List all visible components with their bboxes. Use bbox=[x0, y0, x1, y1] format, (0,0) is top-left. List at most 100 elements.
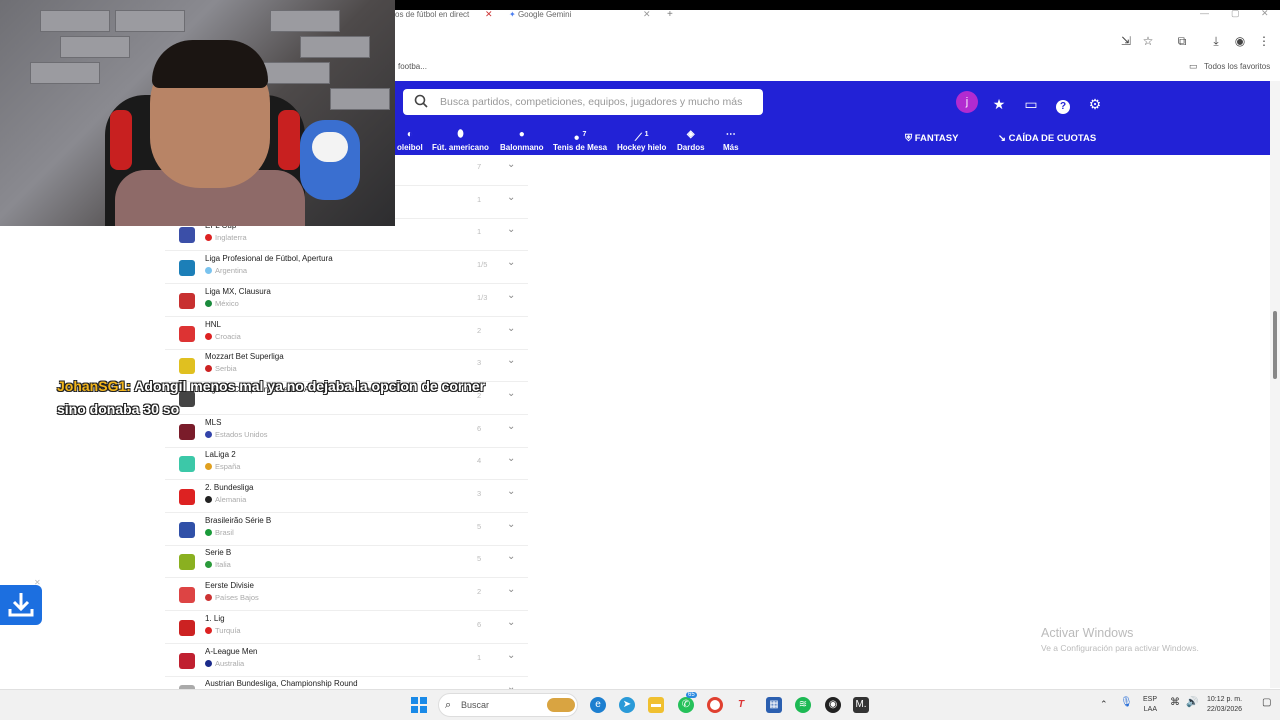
edge-icon[interactable]: e bbox=[590, 697, 606, 713]
bookmark-football[interactable]: footba... bbox=[398, 62, 427, 71]
tv-icon[interactable]: ▭ bbox=[1020, 93, 1042, 115]
text-app-icon[interactable]: T bbox=[733, 697, 749, 713]
close-window-button[interactable]: ✕ bbox=[1261, 8, 1269, 19]
country-name: Australia bbox=[215, 658, 245, 668]
calculator-icon[interactable]: ▦ bbox=[766, 697, 782, 713]
menu-kebab-icon[interactable]: ⋮ bbox=[1257, 34, 1271, 48]
spotify-icon[interactable]: ≋ bbox=[795, 697, 811, 713]
help-icon[interactable]: ? bbox=[1052, 93, 1074, 115]
sport-tenis-de-mesa[interactable]: ● 7 Tenis de Mesa bbox=[553, 129, 607, 152]
chevron-down-icon[interactable]: ⌄ bbox=[507, 290, 515, 301]
match-count: 1 bbox=[477, 652, 482, 662]
tab-gemini[interactable]: ✦ Google Gemini bbox=[509, 10, 571, 22]
chevron-down-icon[interactable]: ⌄ bbox=[507, 551, 515, 562]
close-tab-icon[interactable]: ✕ bbox=[485, 9, 493, 20]
network-icon[interactable]: ⌘ bbox=[1170, 698, 1180, 708]
chevron-down-icon[interactable]: ⌄ bbox=[507, 224, 515, 235]
download-widget-button[interactable] bbox=[0, 585, 42, 625]
clock[interactable]: 10:12 p. m. 22/03/2026 bbox=[1207, 695, 1242, 715]
whatsapp-icon[interactable]: ✆ bbox=[678, 697, 694, 713]
taskbar-search[interactable]: ⌕ Buscar bbox=[438, 693, 578, 717]
chat-message: JohanSG1: Adongil menos mal ya no dejaba… bbox=[57, 375, 497, 421]
minimize-button[interactable]: — bbox=[1200, 8, 1209, 18]
chrome-icon[interactable] bbox=[707, 697, 723, 713]
fantasy-link[interactable]: ⛨ FANTASY bbox=[905, 133, 958, 144]
chevron-down-icon[interactable]: ⌄ bbox=[507, 421, 515, 432]
search-input[interactable]: Busca partidos, competiciones, equipos, … bbox=[440, 96, 760, 108]
search-icon: ⌕ bbox=[445, 699, 452, 711]
sport-futbol-americano[interactable]: ⬮ Fút. americano bbox=[432, 129, 489, 152]
search-box[interactable]: Busca partidos, competiciones, equipos, … bbox=[403, 89, 763, 115]
tab-sofascore[interactable]: os de fútbol en direct bbox=[395, 10, 469, 22]
star-bookmark-icon[interactable]: ☆ bbox=[1141, 34, 1155, 48]
chevron-down-icon[interactable]: ⌄ bbox=[507, 486, 515, 497]
chevron-down-icon[interactable]: ⌄ bbox=[507, 323, 515, 334]
close-tab-icon[interactable]: ✕ bbox=[643, 9, 651, 20]
league-row[interactable]: LaLiga 2 España 4 ⌄ bbox=[165, 448, 528, 481]
notifications-icon[interactable]: ▢ bbox=[1262, 698, 1271, 708]
maximize-button[interactable]: ▢ bbox=[1231, 8, 1240, 19]
notification-badge: 65 bbox=[686, 692, 697, 698]
match-count: 2 bbox=[477, 325, 482, 335]
sport-voleibol[interactable]: ◐ oleibol bbox=[397, 129, 423, 152]
league-logo-icon bbox=[179, 325, 195, 342]
page-scrollbar[interactable] bbox=[1270, 81, 1280, 688]
windows-start-icon[interactable] bbox=[411, 697, 427, 713]
star-favorites-icon[interactable]: ★ bbox=[988, 93, 1010, 115]
sport-mas[interactable]: ⋯ Más bbox=[723, 129, 739, 152]
fantasy-icon: ⛨ bbox=[905, 133, 913, 144]
league-country: Países Bajos bbox=[205, 593, 259, 602]
league-row[interactable]: A-League Men Australia 1 ⌄ bbox=[165, 645, 528, 677]
chevron-down-icon[interactable]: ⌄ bbox=[507, 192, 515, 203]
chevron-down-icon[interactable]: ⌄ bbox=[507, 519, 515, 530]
chevron-down-icon[interactable]: ⌄ bbox=[507, 584, 515, 595]
volume-icon[interactable]: 🔊 bbox=[1186, 698, 1198, 708]
extensions-icon[interactable]: ⧉ bbox=[1175, 34, 1189, 48]
chevron-down-icon[interactable]: ⌄ bbox=[507, 388, 515, 399]
league-row[interactable]: 2. Bundesliga Alemania 3 ⌄ bbox=[165, 481, 528, 513]
league-row[interactable]: Brasileirão Série B Brasil 5 ⌄ bbox=[165, 514, 528, 546]
language-indicator[interactable]: ESP LAA bbox=[1143, 695, 1157, 715]
chevron-down-icon[interactable]: ⌄ bbox=[507, 650, 515, 661]
league-row[interactable]: Serie B Italia 5 ⌄ bbox=[165, 546, 528, 579]
league-row[interactable]: Liga Profesional de Fútbol, Apertura Arge… bbox=[165, 252, 528, 285]
league-row[interactable]: Eerste Divisie Países Bajos 2 ⌄ bbox=[165, 579, 528, 612]
league-country: Turquía bbox=[205, 626, 241, 635]
country-name: Croacia bbox=[215, 331, 241, 341]
settings-gear-icon[interactable]: ⚙ bbox=[1084, 93, 1106, 115]
country-flag-icon bbox=[205, 299, 212, 307]
league-row[interactable]: 1. Lig Turquía 6 ⌄ bbox=[165, 612, 528, 644]
league-row[interactable]: HNL Croacia 2 ⌄ bbox=[165, 318, 528, 350]
trend-down-icon: ↘ bbox=[998, 133, 1006, 144]
country-flag-icon bbox=[205, 430, 212, 438]
sport-label: Fút. americano bbox=[432, 143, 489, 152]
profile-icon[interactable]: ◉ bbox=[1233, 34, 1247, 48]
country-flag-icon bbox=[205, 234, 212, 242]
obs-icon[interactable]: ◉ bbox=[825, 697, 841, 713]
avatar[interactable]: j bbox=[956, 91, 978, 113]
league-row[interactable]: Liga MX, Clausura México 1/3 ⌄ bbox=[165, 285, 528, 317]
install-app-icon[interactable]: ⇲ bbox=[1119, 34, 1133, 48]
sport-dardos[interactable]: ◈ Dardos bbox=[677, 129, 705, 152]
chevron-down-icon[interactable]: ⌄ bbox=[507, 257, 515, 268]
telegram-icon[interactable]: ➤ bbox=[619, 697, 635, 713]
activate-subtitle: Ve a Configuración para activar Windows. bbox=[1041, 643, 1199, 653]
caida-cuotas-link[interactable]: ↘ CAÍDA DE CUOTAS bbox=[998, 133, 1096, 144]
new-tab-button[interactable]: + bbox=[667, 9, 673, 20]
league-logo-icon bbox=[179, 456, 195, 473]
chevron-down-icon[interactable]: ⌄ bbox=[507, 453, 515, 464]
chevron-down-icon[interactable]: ⌄ bbox=[507, 159, 515, 170]
sport-balonmano[interactable]: ● Balonmano bbox=[500, 129, 544, 152]
clock-time: 10:12 p. m. bbox=[1207, 696, 1243, 703]
scrollbar-thumb[interactable] bbox=[1273, 311, 1277, 379]
microphone-icon[interactable]: 🎙 bbox=[1120, 698, 1133, 708]
m-app-icon[interactable]: M. bbox=[853, 697, 869, 713]
download-icon[interactable]: ⤓ bbox=[1209, 34, 1223, 48]
country-name: Brasil bbox=[215, 527, 234, 537]
file-explorer-icon[interactable]: ▬ bbox=[648, 697, 664, 713]
tray-chevron-icon[interactable]: ⌃ bbox=[1100, 699, 1108, 709]
all-bookmarks[interactable]: Todos los favoritos bbox=[1204, 62, 1270, 71]
chevron-down-icon[interactable]: ⌄ bbox=[507, 355, 515, 366]
chevron-down-icon[interactable]: ⌄ bbox=[507, 617, 515, 628]
sport-hockey-hielo[interactable]: ⟋ 1 Hockey hielo bbox=[617, 129, 666, 152]
